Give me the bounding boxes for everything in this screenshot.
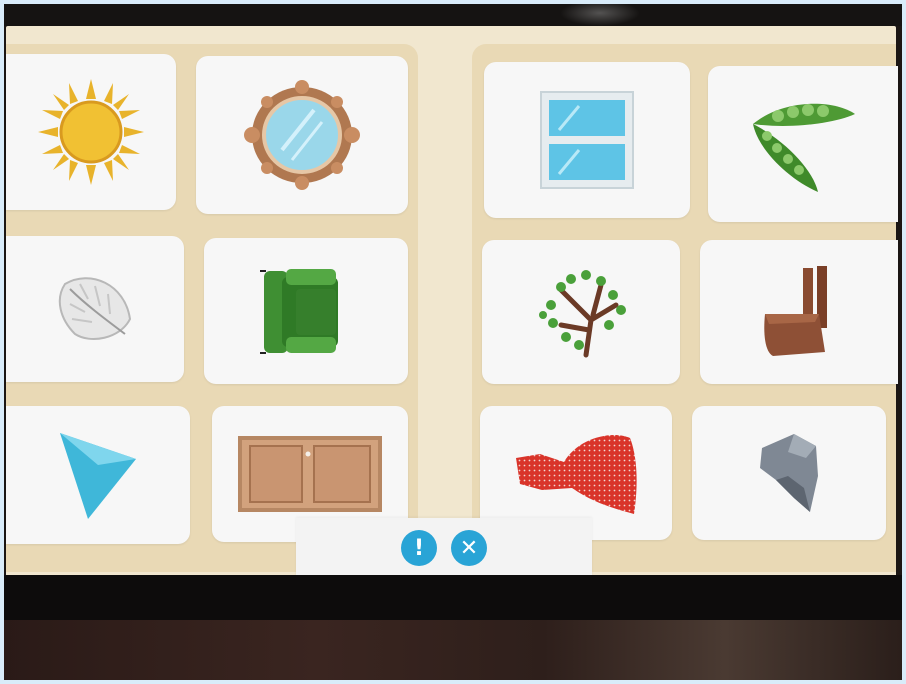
game-screen: ! ✕: [6, 26, 898, 578]
card-triangle[interactable]: [6, 406, 190, 544]
card-feather[interactable]: [6, 236, 184, 382]
close-button[interactable]: ✕: [451, 530, 487, 566]
tv-frame-bottom: [0, 575, 906, 620]
chair-icon: [764, 266, 827, 356]
game-control-bar: ! ✕: [296, 518, 592, 578]
close-icon: ✕: [459, 535, 479, 561]
tree-icon: [539, 270, 626, 358]
card-peas[interactable]: [708, 66, 898, 222]
card-sofa[interactable]: [204, 238, 408, 384]
door-icon: [238, 436, 382, 512]
dress-icon: [516, 435, 637, 514]
mirror-icon: [244, 80, 360, 190]
floor-carpet: [0, 620, 906, 684]
tv-frame-top: [0, 0, 906, 26]
sofa-icon: [260, 269, 338, 354]
card-sun[interactable]: [6, 54, 176, 210]
card-window[interactable]: [484, 62, 690, 218]
screen-glare: [560, 0, 640, 26]
rock-icon: [760, 434, 818, 512]
feather-icon: [58, 277, 132, 340]
card-tree[interactable]: [482, 240, 680, 384]
sun-icon: [38, 79, 144, 185]
card-chair[interactable]: [700, 240, 898, 384]
window-icon: [540, 91, 634, 189]
card-mirror[interactable]: [196, 56, 408, 214]
triangle-icon: [60, 433, 136, 519]
info-button[interactable]: !: [401, 530, 437, 566]
info-icon: !: [413, 535, 425, 561]
peas-icon: [753, 103, 855, 192]
card-rock[interactable]: [692, 406, 886, 540]
